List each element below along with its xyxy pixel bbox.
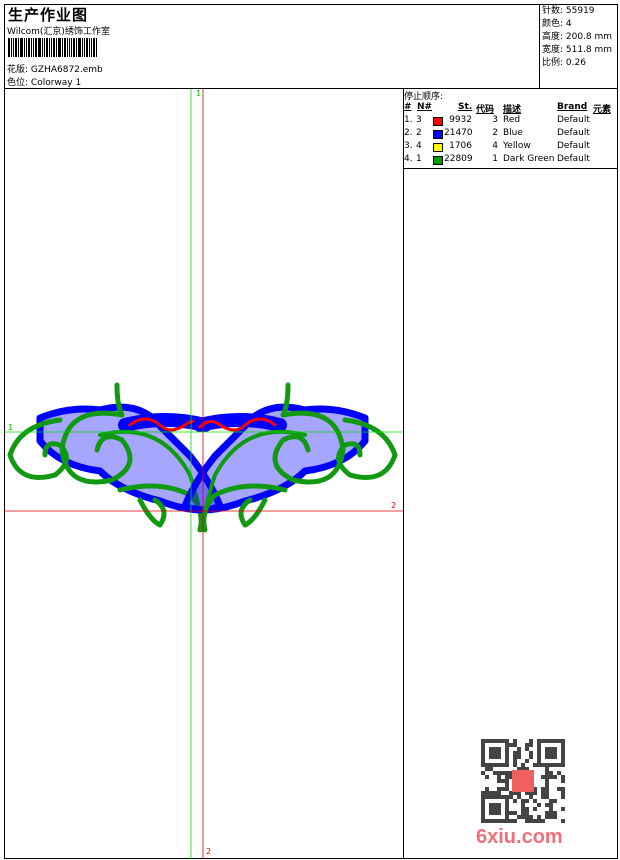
guide-marker-1: 1	[196, 89, 202, 98]
watermark-logo: 6xiu.com	[476, 826, 563, 848]
seal-stamp	[512, 770, 534, 792]
embroidery-design	[7, 385, 395, 530]
guide-marker-2: 2	[391, 501, 397, 510]
qr-code	[481, 739, 565, 823]
guide-marker-2: 2	[206, 847, 212, 856]
guide-marker-1: 1	[8, 423, 14, 432]
embroidery-canvas	[4, 89, 403, 859]
